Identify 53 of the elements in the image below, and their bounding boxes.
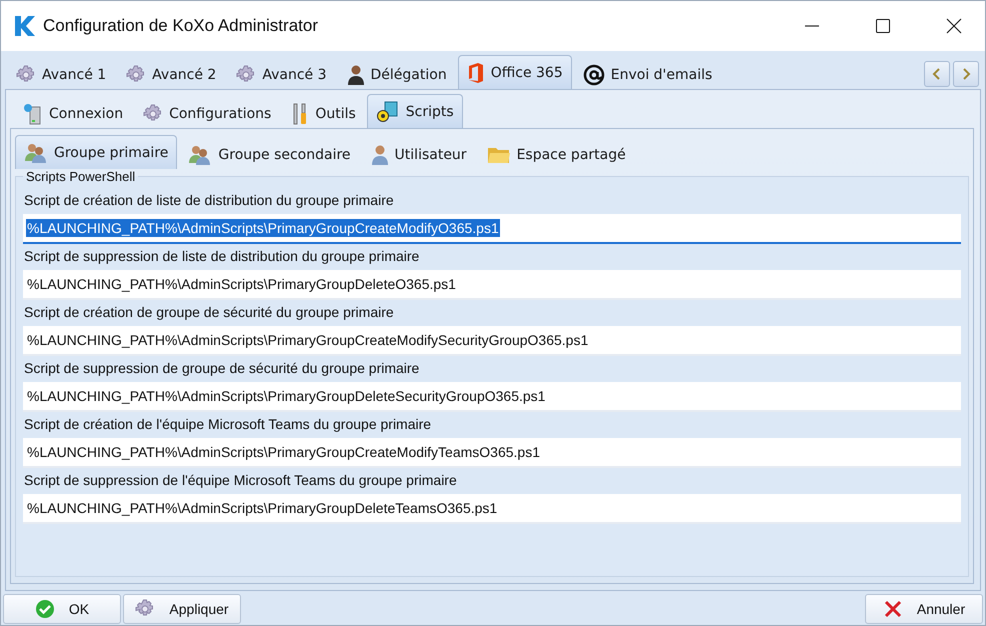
apply-button[interactable]: Appliquer [123,594,241,624]
chevron-left-icon [932,68,942,80]
ok-button[interactable]: OK [3,594,121,624]
window-title: Configuration de KoXo Administrator [43,16,319,36]
server-icon [23,102,43,124]
field-label: Script de création de groupe de sécurité du groupe primaire [24,304,395,320]
minimize-icon [804,25,820,27]
field-label: Script de suppression de l'équipe Microsoft Teams du groupe primaire [24,472,458,488]
sub-tab[interactable]: Scripts [366,94,463,128]
main-tab[interactable]: Délégation [338,59,456,89]
scroll-left-button[interactable] [924,61,950,87]
at-sign-icon [582,64,605,86]
sub-tab[interactable]: Outils [282,98,365,128]
script-tab[interactable]: Groupe secondaire [179,139,360,169]
main-tab[interactable]: Envoi d'emails [574,59,722,89]
office-icon [466,62,485,84]
main-tab[interactable]: Avancé 2 [117,59,226,89]
script-path-field[interactable]: %LAUNCHING_PATH%\AdminScripts\PrimaryGroupDeleteSecurityGroupO365.ps1 [23,382,961,412]
field-label: Script de création de l'équipe Microsoft Teams du groupe primaire [24,416,432,432]
gear-icon [236,64,256,84]
script-path-field[interactable]: %LAUNCHING_PATH%\AdminScripts\PrimaryGroupCreateModifyTeamsO365.ps1 [23,438,961,468]
script-tab[interactable]: Utilisateur [362,139,476,169]
gear-icon [143,104,164,124]
users-icon [188,144,212,166]
script-path-field[interactable]: %LAUNCHING_PATH%\AdminScripts\PrimaryGroupDeleteO365.ps1 [23,270,961,300]
sub-tab[interactable]: Connexion [14,98,132,128]
field-label: Script de suppression de groupe de sécurité du groupe primaire [24,360,420,376]
field-label: Script de création de liste de distribution du groupe primaire [24,192,395,208]
script-path-field[interactable]: %LAUNCHING_PATH%\AdminScripts\PrimaryGroupCreateModifyO365.ps1 [23,214,961,244]
field-label: Script de suppression de liste de distribution du groupe primaire [24,248,420,264]
main-tab[interactable]: Office 365 [458,55,572,89]
person-icon [346,64,365,86]
check-icon [34,599,55,619]
cancel-button[interactable]: Annuler [865,594,983,624]
gear-icon [16,64,36,84]
main-tab[interactable]: Avancé 3 [227,59,336,89]
maximize-icon [874,18,890,34]
group-title: Scripts PowerShell [25,169,136,184]
cross-icon [882,599,903,619]
chevron-right-icon [961,68,971,80]
close-icon [946,18,962,34]
script-path-field[interactable]: %LAUNCHING_PATH%\AdminScripts\PrimaryGroupCreateModifySecurityGroupO365.ps1 [23,326,961,356]
script-tab[interactable]: Espace partagé [478,139,635,169]
scroll-right-button[interactable] [953,61,979,87]
main-tab[interactable]: Avancé 1 [7,59,116,89]
script-tab[interactable]: Groupe primaire [15,135,178,169]
script-gear-icon [376,100,400,122]
gear-icon [126,64,146,84]
script-path-field[interactable]: %LAUNCHING_PATH%\AdminScripts\PrimaryGroupDeleteTeamsO365.ps1 [23,494,961,524]
sub-tab[interactable]: Configurations [134,98,280,128]
users-icon [24,142,48,164]
person-icon [370,144,389,166]
app-logo-icon [13,14,35,38]
